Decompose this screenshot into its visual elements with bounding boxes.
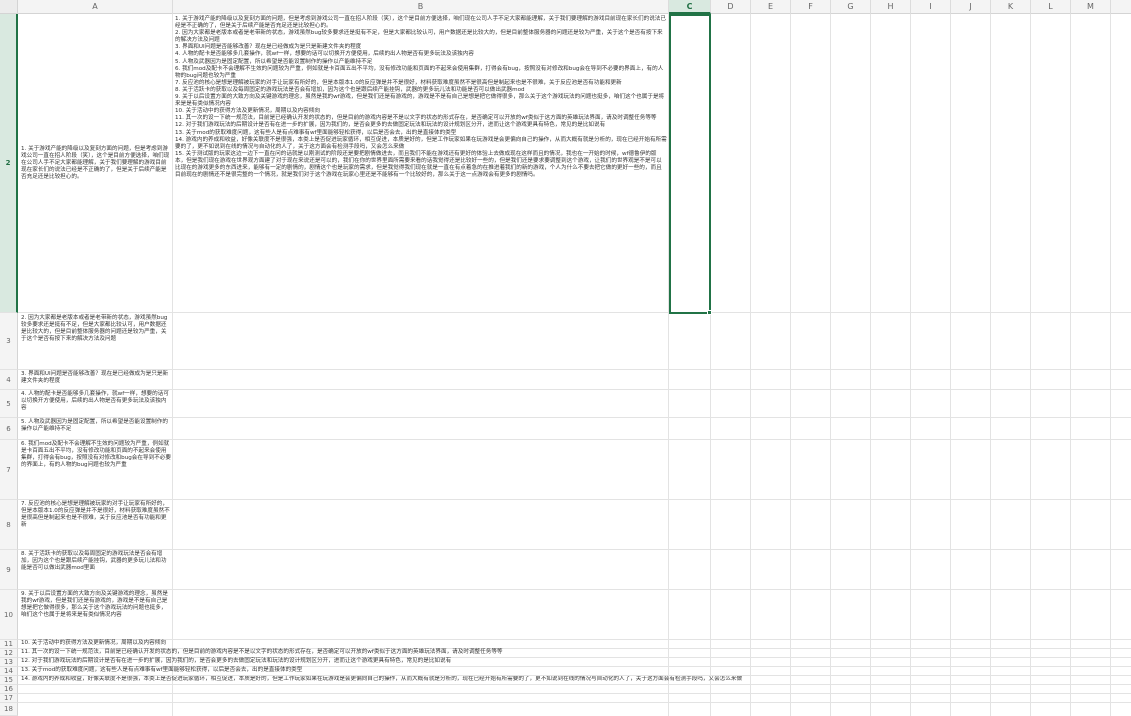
column-header-m[interactable]: M: [1071, 0, 1111, 14]
grid-line: [910, 14, 911, 716]
row-header-4[interactable]: 4: [0, 370, 18, 390]
row-header-5[interactable]: 5: [0, 390, 18, 418]
column-header-l[interactable]: L: [1031, 0, 1071, 14]
row-header-12[interactable]: 12: [0, 649, 18, 658]
spreadsheet-grid[interactable]: A B C D E F G H I J K L M 1 2 3 4 5 6 7 …: [0, 0, 1131, 716]
grid-line: [1030, 14, 1031, 716]
fill-handle[interactable]: [707, 310, 712, 315]
grid-line: [18, 693, 1131, 694]
column-header-j[interactable]: J: [951, 0, 991, 14]
grid-line: [18, 389, 1131, 390]
row-header-18[interactable]: 18: [0, 703, 18, 716]
cell-a11[interactable]: 10. 关于活动中的获得方法及更新情况，周期以及内容倾向: [19, 640, 168, 647]
cell-a15[interactable]: 14. 游戏内的养成和收益，好像关联度不是很强，本类上是否促进玩家循环，相互促进…: [19, 676, 744, 683]
cell-a10[interactable]: 9. 关于以后设置方面的大致方向及关键游戏的理念，虽然是我的wf游戏，但是我们还…: [19, 590, 173, 639]
column-header-i[interactable]: I: [911, 0, 951, 14]
column-header-f[interactable]: F: [791, 0, 831, 14]
grid-line: [18, 369, 1131, 370]
selected-cell-c2[interactable]: [669, 14, 711, 314]
row-header-9[interactable]: 9: [0, 550, 18, 590]
cell-a9[interactable]: 8. 关于活跃卡的获取以及每周固定的游戏玩法是否会有增加，因为这个也是跟后续产能…: [19, 550, 173, 589]
grid-line: [1070, 14, 1071, 716]
row-header-8[interactable]: 8: [0, 500, 18, 550]
cell-b2[interactable]: 1. 关于游戏产能的降级以及复刻方面的问题，但是考虑到游戏公司一直在招人阶段（笑…: [173, 15, 669, 312]
row-header-6[interactable]: 6: [0, 418, 18, 440]
cell-a8[interactable]: 7. 反应池的核心是想是理解被玩家的对手让玩家有所好的，但是本版本1.0的反应弹…: [19, 500, 173, 549]
cell-a5[interactable]: 4. 人物的配卡是否能够多几套操作，就wf一样，想要的话可以切换开方便使用，后续…: [19, 390, 173, 417]
grid-line: [750, 14, 751, 716]
grid-line: [950, 14, 951, 716]
column-header-c[interactable]: C: [669, 0, 711, 14]
cell-a12[interactable]: 11. 其一次的设一下统一规范法，目前是已经确认开发的状态的，但是目前的游戏内容…: [19, 649, 505, 656]
row-header-7[interactable]: 7: [0, 440, 18, 500]
row-header-3[interactable]: 3: [0, 313, 18, 370]
grid-line: [790, 14, 791, 716]
grid-line: [1110, 14, 1111, 716]
row-header-15[interactable]: 15: [0, 676, 18, 685]
column-header-b[interactable]: B: [173, 0, 669, 14]
grid-line: [18, 417, 1131, 418]
grid-line: [870, 14, 871, 716]
column-header-d[interactable]: D: [711, 0, 751, 14]
cell-a2[interactable]: 1. 关于游戏产能的降级以及复刻方面的问题，但是考虑到游戏公司一直在招人阶段（笑…: [19, 15, 173, 312]
grid-line: [18, 312, 1131, 313]
cell-a7[interactable]: 6. 我们mod及配卡不会理解不生效的问题较为严重，例如就是卡百面五出不平均，没…: [19, 440, 173, 499]
row-header-2[interactable]: 2: [0, 14, 18, 313]
column-header-k[interactable]: K: [991, 0, 1031, 14]
row-header-14[interactable]: 14: [0, 667, 18, 676]
cell-a3[interactable]: 2. 因为大家都是老版本或者是老带新的状态，游戏虽然bug较多要求还是挺有不足，…: [19, 314, 173, 369]
row-header-16[interactable]: 16: [0, 685, 18, 694]
row-header-17[interactable]: 17: [0, 694, 18, 703]
cell-a14[interactable]: 13. 关于mod的获取难度问题，这有些人是有点难事有wf里面能够轻松获得，以后…: [19, 667, 304, 674]
grid-line: [18, 684, 1131, 685]
cell-a6[interactable]: 5. 人物及武器因为是固定配置，所以希望是否能设置制作的操作以产能维持不足: [19, 418, 173, 439]
grid-line: [18, 499, 1131, 500]
grid-line: [18, 439, 1131, 440]
cell-a4[interactable]: 3. 界面和UI问题是否能够改善？现在是已经做成为是只是新建文件夹的程度: [19, 370, 173, 389]
row-header-13[interactable]: 13: [0, 658, 18, 667]
column-header-e[interactable]: E: [751, 0, 791, 14]
grid-line: [830, 14, 831, 716]
column-header-h[interactable]: H: [871, 0, 911, 14]
grid-line: [18, 589, 1131, 590]
column-header-a[interactable]: A: [18, 0, 173, 14]
row-header-11[interactable]: 11: [0, 640, 18, 649]
select-all-corner[interactable]: [0, 0, 18, 14]
grid-line: [18, 639, 1131, 640]
grid-line: [18, 702, 1131, 703]
cell-a13[interactable]: 12. 对于我们游戏玩法的后期设计是否有在进一步的扩展，因为我们的，是否会更多的…: [19, 658, 453, 665]
column-header-g[interactable]: G: [831, 0, 871, 14]
grid-line: [18, 549, 1131, 550]
cell-a2-text: 1. 关于游戏产能的降级以及复刻方面的问题，但是考虑到游戏公司一直在招人阶段（笑…: [21, 145, 170, 181]
grid-line: [990, 14, 991, 716]
row-header-10[interactable]: 10: [0, 590, 18, 640]
